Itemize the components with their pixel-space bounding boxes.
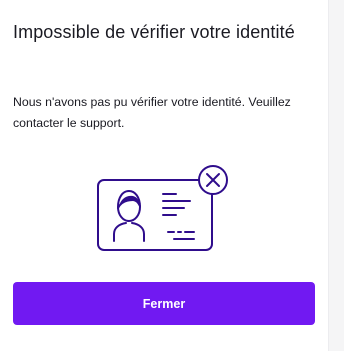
dialog-title: Impossible de vérifier votre identité: [13, 22, 295, 42]
scrollbar-track[interactable]: [328, 0, 344, 351]
verification-failed-dialog: Impossible de vérifier votre identité No…: [0, 0, 328, 351]
id-card-error-icon: [96, 164, 236, 256]
dialog-message: Nous n'avons pas pu vérifier votre ident…: [13, 95, 291, 130]
page: Impossible de vérifier votre identité No…: [0, 0, 344, 351]
close-button[interactable]: Fermer: [13, 282, 315, 325]
